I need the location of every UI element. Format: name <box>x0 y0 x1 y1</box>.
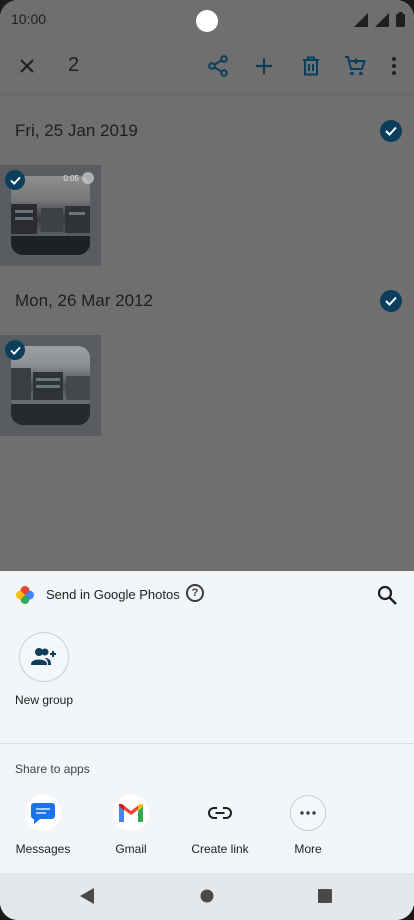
photo-thumbnail-video[interactable]: 0:05 <box>0 165 101 266</box>
order-prints-button[interactable] <box>341 52 369 80</box>
cell-signal-icon <box>375 13 389 27</box>
checkmark-icon <box>9 346 21 355</box>
recents-icon[interactable] <box>318 888 332 904</box>
date-header: Mon, 26 Mar 2012 <box>15 291 153 310</box>
help-icon[interactable]: ? <box>186 584 204 602</box>
app-bar-divider <box>0 94 414 95</box>
photo-thumbnail[interactable] <box>0 335 101 436</box>
search-icon[interactable] <box>376 584 398 606</box>
app-create-link[interactable]: Create link <box>180 795 260 856</box>
trash-icon <box>303 56 319 76</box>
new-group-label: New group <box>15 693 74 707</box>
selection-app-bar: 2 <box>0 38 414 94</box>
checkmark-icon <box>385 296 397 306</box>
app-messages[interactable]: Messages <box>3 795 83 856</box>
sheet-title: Send in Google Photos <box>46 587 180 602</box>
photo-thumbnail-image <box>11 346 90 425</box>
select-date-checkbox[interactable] <box>380 120 402 142</box>
gmail-icon <box>113 795 149 831</box>
app-label: Gmail <box>115 842 147 856</box>
home-icon[interactable] <box>200 888 214 904</box>
back-icon[interactable] <box>80 888 94 904</box>
checkmark-icon <box>9 176 21 185</box>
selected-checkbox[interactable] <box>5 170 25 190</box>
share-button[interactable] <box>204 52 232 80</box>
link-icon <box>202 795 238 831</box>
shopping-cart-icon <box>345 56 366 76</box>
share-sheet: Send in Google Photos ? New group Share … <box>0 571 414 920</box>
selected-count: 2 <box>68 54 80 76</box>
close-icon <box>20 59 34 73</box>
screen: 10:00 2 Fri, 25 Jan 2019 0:05 Mon, 26 Ma… <box>0 0 414 920</box>
plus-icon <box>256 58 272 74</box>
navigation-bar <box>0 873 414 920</box>
more-vert-icon <box>392 57 396 75</box>
status-time: 10:00 <box>11 11 47 27</box>
camera-cutout <box>196 10 218 32</box>
section-divider <box>0 743 414 744</box>
app-more[interactable]: More <box>268 795 348 856</box>
date-header: Fri, 25 Jan 2019 <box>15 121 138 140</box>
delete-button[interactable] <box>297 52 325 80</box>
selected-checkbox[interactable] <box>5 340 25 360</box>
messages-icon <box>25 795 61 831</box>
close-selection-button[interactable] <box>13 52 41 80</box>
new-group-button[interactable] <box>19 632 69 682</box>
add-to-button[interactable] <box>250 52 278 80</box>
checkmark-icon <box>385 126 397 136</box>
select-date-checkbox[interactable] <box>380 290 402 312</box>
app-gmail[interactable]: Gmail <box>91 795 171 856</box>
battery-icon <box>396 12 405 27</box>
video-play-indicator <box>82 172 94 184</box>
share-icon <box>208 55 228 77</box>
share-to-apps-label: Share to apps <box>15 762 90 776</box>
video-duration: 0:05 <box>63 174 79 183</box>
app-label: Messages <box>15 842 71 856</box>
status-bar: 10:00 <box>0 0 414 38</box>
video-thumbnail-image <box>11 176 90 255</box>
overflow-menu-button[interactable] <box>380 52 408 80</box>
group-add-icon <box>31 648 56 665</box>
more-icon <box>290 795 326 831</box>
photos-grid-scrim[interactable]: 10:00 2 Fri, 25 Jan 2019 0:05 Mon, 26 Ma… <box>0 0 414 571</box>
app-label: Create link <box>191 842 249 856</box>
google-photos-icon <box>16 586 34 604</box>
wifi-signal-icon <box>354 13 368 27</box>
share-sheet-header: Send in Google Photos ? <box>0 579 414 609</box>
app-label: More <box>294 842 322 856</box>
